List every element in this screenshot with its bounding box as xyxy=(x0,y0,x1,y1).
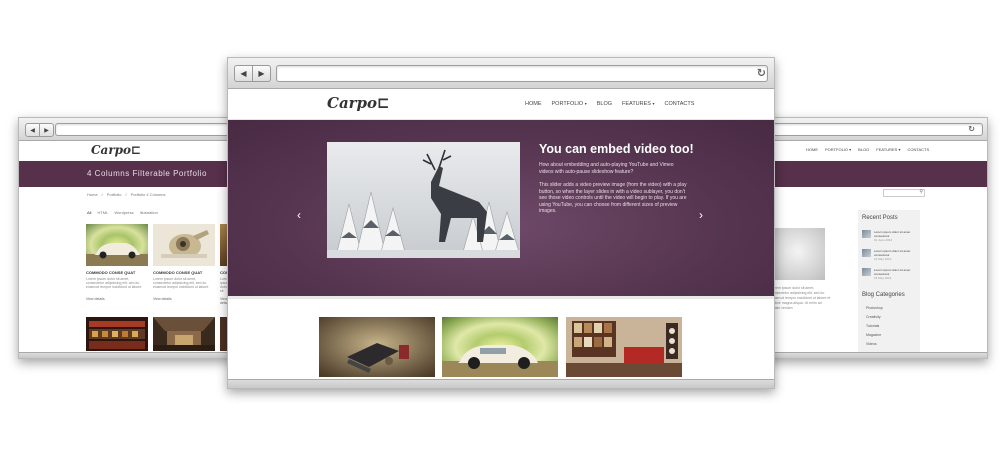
menu-blog-label: BLOG xyxy=(596,101,613,107)
view-details-link[interactable]: View details xyxy=(86,297,105,301)
filter-all[interactable]: All xyxy=(87,210,91,215)
menu-portfolio-label: PORTFOLIO xyxy=(551,101,584,107)
category-link[interactable]: Photoshop xyxy=(866,306,883,310)
chevron-down-icon: ▾ xyxy=(584,101,587,106)
post-title[interactable]: Lorem ipsum dolor sit amet consectetur xyxy=(874,249,910,257)
reload-icon[interactable]: ↻ xyxy=(757,67,766,80)
portfolio-item-description: Lorem ipsum dolor sit amet, consectetur … xyxy=(86,277,142,289)
menu-portfolio[interactable]: PORTFOLIO ▾ xyxy=(552,101,587,107)
post-image[interactable] xyxy=(771,228,825,280)
menu-features[interactable]: FEATURES ▾ xyxy=(876,147,900,152)
post-thumbnail[interactable] xyxy=(862,249,871,257)
menu-features-label: FEATURES xyxy=(622,101,651,107)
post-excerpt: Lorem ipsum dolor sit amet, consectetur … xyxy=(771,286,831,310)
post-date: 21 May 2013 xyxy=(874,257,892,261)
post-date: 15 May 2013 xyxy=(874,276,892,280)
site-logo[interactable]: Carpo⊏ xyxy=(91,143,141,157)
portfolio-thumbnail[interactable] xyxy=(153,224,215,266)
category-link[interactable]: Magazine xyxy=(866,333,881,337)
nav-buttons: ◀ ▶ xyxy=(25,123,54,137)
section-divider xyxy=(228,296,774,299)
address-bar[interactable] xyxy=(276,65,768,82)
portfolio-thumbnail[interactable] xyxy=(319,317,435,377)
menu-contacts-label: CONTACTS xyxy=(664,101,695,107)
category-link[interactable]: Tutorials xyxy=(866,324,879,328)
forward-icon[interactable]: ▶ xyxy=(253,66,270,81)
menu-blog[interactable]: BLOG xyxy=(597,101,612,107)
filter-html[interactable]: HTML xyxy=(97,210,108,215)
breadcrumb-home[interactable]: Home xyxy=(87,192,98,197)
slide-paragraph: This slider adds a video preview image (… xyxy=(539,182,687,214)
chevron-down-icon: ▾ xyxy=(652,101,655,106)
view-details-link[interactable]: View details xyxy=(153,297,172,301)
portfolio-thumbnail[interactable] xyxy=(86,317,148,351)
back-icon[interactable]: ◀ xyxy=(26,124,40,136)
portfolio-thumbnail[interactable] xyxy=(566,317,682,377)
portfolio-thumbnail[interactable] xyxy=(442,317,558,377)
menu-blog[interactable]: BLOG xyxy=(858,147,869,152)
recent-post[interactable]: Lorem ipsum dolor sit amet consectetur 21… xyxy=(862,249,918,261)
browser-toolbar: ◀ ▶ ↻ xyxy=(228,58,774,89)
forward-icon[interactable]: ▶ xyxy=(40,124,53,136)
breadcrumb-separator: / xyxy=(125,192,127,197)
filter-wordpress[interactable]: Wordpress xyxy=(114,210,133,215)
homepage-browser-window: ◀ ▶ ↻ Carpo⊏ HOME PORTFOLIO ▾ BLOG FEATU… xyxy=(227,57,775,389)
post-date: 01 June 2013 xyxy=(874,238,893,242)
recent-post[interactable]: Lorem ipsum dolor sit amet consectetur 01… xyxy=(862,230,918,242)
page-title: 4 Columns Filterable Portfolio xyxy=(87,169,207,178)
slide-paragraph: How about embedding and auto-playing You… xyxy=(539,162,674,175)
nav-buttons: ◀ ▶ xyxy=(234,65,271,82)
search-input[interactable]: ⚲ xyxy=(883,189,925,197)
category-link[interactable]: Creativity xyxy=(866,315,881,319)
hero-slider: ‹ › You can embed video too! How about e… xyxy=(228,120,774,296)
status-bar xyxy=(228,379,774,388)
main-menu: HOME PORTFOLIO ▾ BLOG FEATURES ▾ CONTACT… xyxy=(806,147,929,152)
portfolio-thumbnail[interactable] xyxy=(153,317,215,351)
breadcrumb: Home / Portfolio / Portfolio 4 Columns xyxy=(87,192,166,197)
blog-categories-title: Blog Categories xyxy=(862,292,905,298)
post-title[interactable]: Lorem ipsum dolor sit amet consectetur xyxy=(874,268,910,276)
breadcrumb-portfolio[interactable]: Portfolio xyxy=(107,192,122,197)
recent-post[interactable]: Lorem ipsum dolor sit amet consectetur 15… xyxy=(862,268,918,280)
post-title[interactable]: Lorem ipsum dolor sit amet consectetur xyxy=(874,230,910,238)
portfolio-item-title[interactable]: COMMODO CONSE QUAT xyxy=(153,270,202,275)
breadcrumb-separator: / xyxy=(101,192,103,197)
menu-contacts[interactable]: CONTACTS xyxy=(665,101,695,107)
slide-heading: You can embed video too! xyxy=(539,142,694,156)
menu-portfolio[interactable]: PORTFOLIO ▾ xyxy=(825,147,851,152)
post-thumbnail[interactable] xyxy=(862,268,871,276)
blog-sidebar: Recent Posts Lorem ipsum dolor sit amet … xyxy=(858,210,920,358)
search-icon[interactable]: ⚲ xyxy=(919,189,923,195)
post-thumbnail[interactable] xyxy=(862,230,871,238)
menu-home-label: HOME xyxy=(525,101,542,107)
reload-icon[interactable]: ↻ xyxy=(968,125,975,134)
breadcrumb-current: Portfolio 4 Columns xyxy=(130,192,166,197)
video-preview[interactable] xyxy=(327,142,520,258)
portfolio-item-description: Lorem ipsum dolor sit amet, consectetur … xyxy=(153,277,209,289)
menu-home[interactable]: HOME xyxy=(806,147,818,152)
portfolio-item-title[interactable]: COMMODO CONSE QUAT xyxy=(86,270,135,275)
portfolio-filters: All HTML Wordpress Illustration xyxy=(87,210,158,215)
category-link[interactable]: Videos xyxy=(866,342,877,346)
portfolio-thumbnail[interactable] xyxy=(86,224,148,266)
menu-home[interactable]: HOME xyxy=(525,101,542,107)
filter-illustration[interactable]: Illustration xyxy=(140,210,158,215)
back-icon[interactable]: ◀ xyxy=(235,66,253,81)
slider-prev-arrow[interactable]: ‹ xyxy=(297,208,301,222)
main-menu: HOME PORTFOLIO ▾ BLOG FEATURES ▾ CONTACT… xyxy=(525,101,694,107)
site-logo[interactable]: Carpo⊏ xyxy=(327,94,390,112)
slider-next-arrow[interactable]: › xyxy=(699,208,703,222)
menu-features[interactable]: FEATURES ▾ xyxy=(622,101,654,107)
recent-posts-title: Recent Posts xyxy=(862,215,898,221)
menu-contacts[interactable]: CONTACTS xyxy=(907,147,929,152)
site-header: Carpo⊏ HOME PORTFOLIO ▾ BLOG FEATURES ▾ … xyxy=(228,89,774,120)
